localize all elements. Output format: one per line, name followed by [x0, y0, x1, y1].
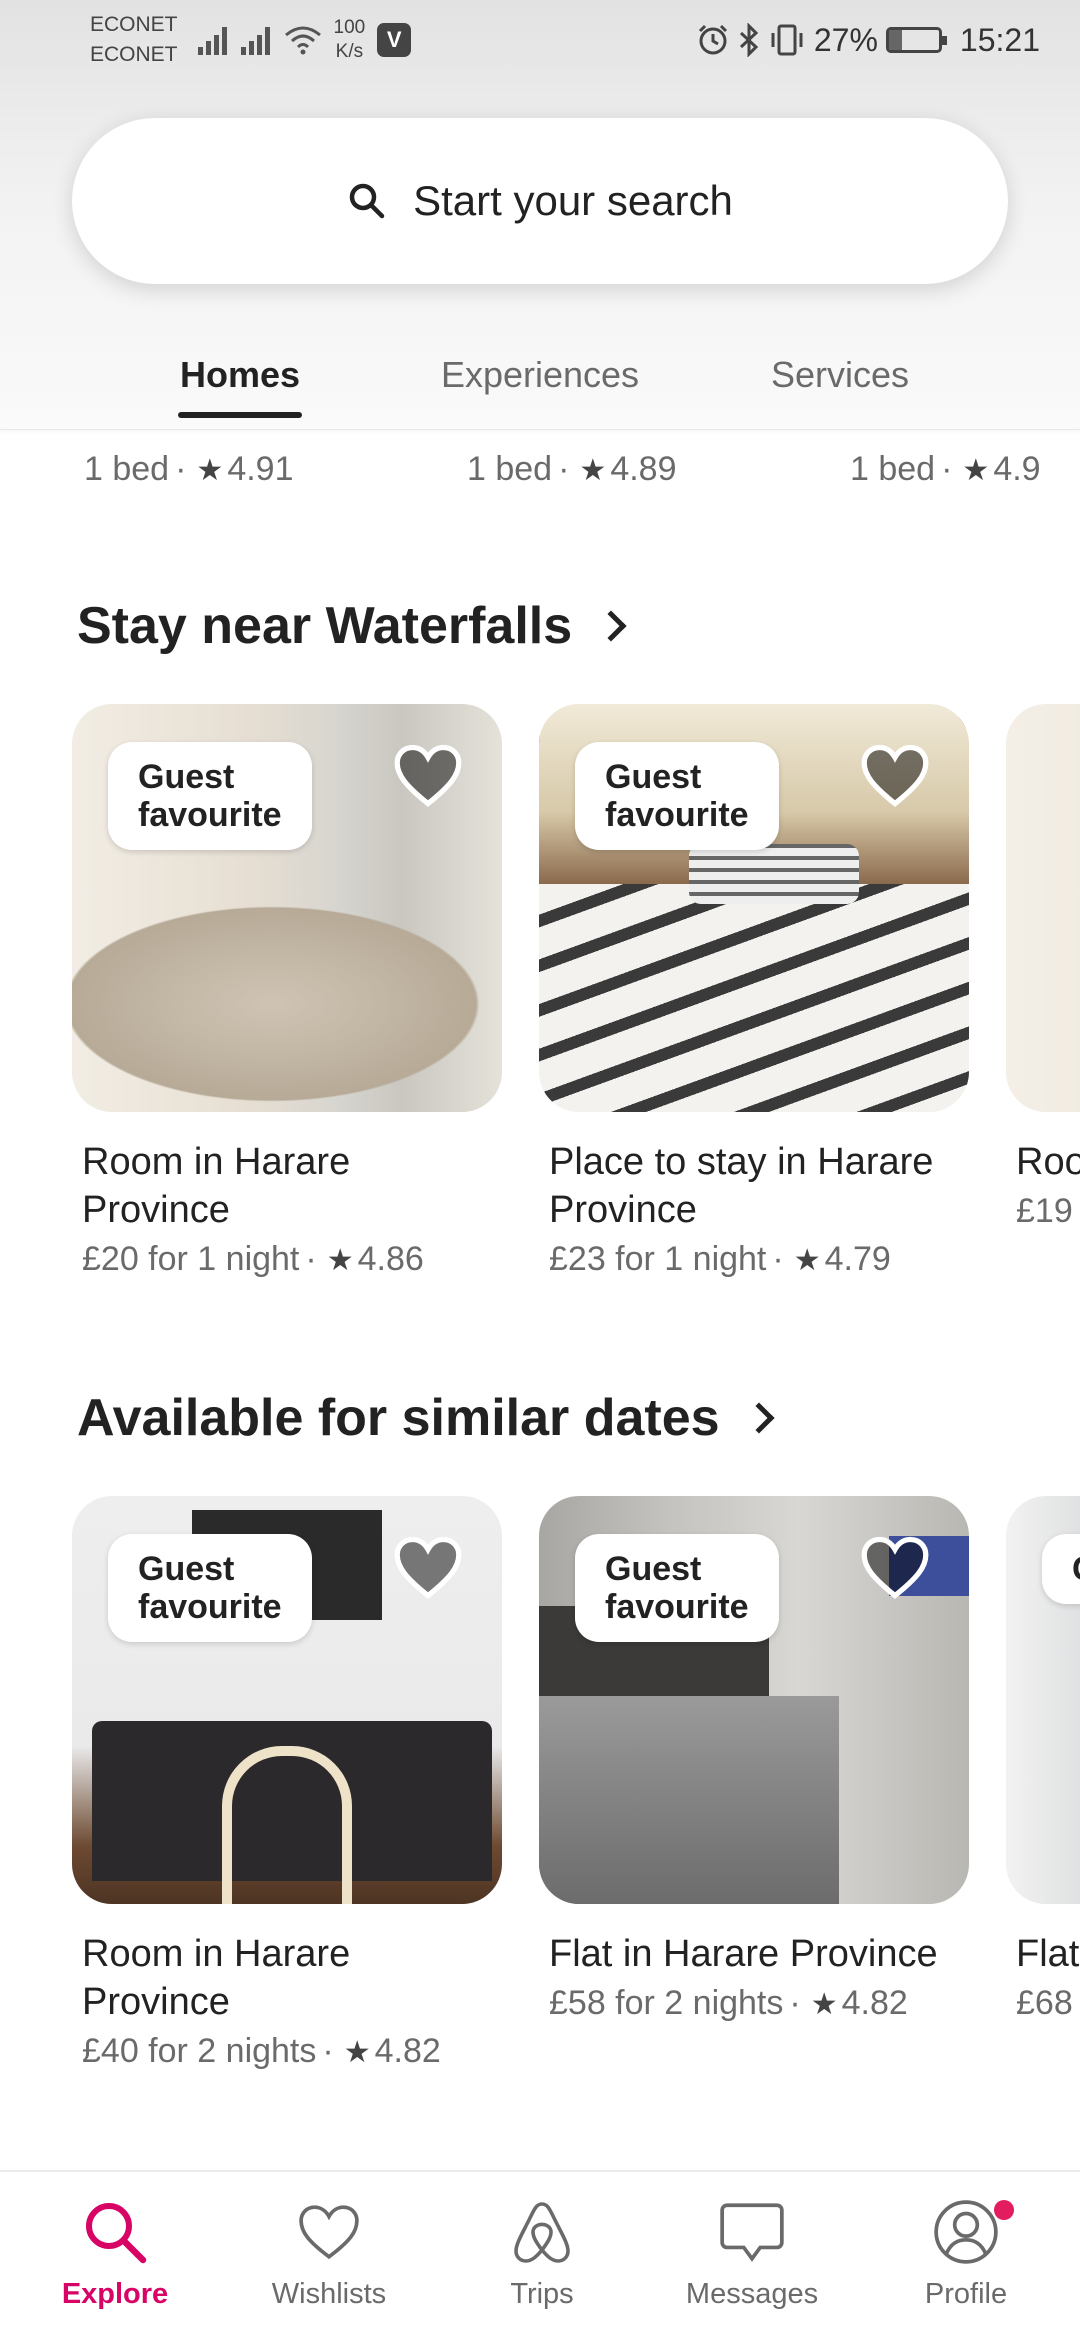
status-bar: ECONET ECONET 100 K/s V 27% 15:21 — [0, 0, 1080, 80]
search-bar[interactable]: Start your search — [72, 118, 1008, 284]
star-icon: ★ — [343, 2036, 371, 2069]
wifi-icon — [284, 26, 321, 55]
listing-price: £68 — [1016, 1984, 1073, 2022]
active-tab-indicator — [178, 412, 302, 418]
heart-icon — [299, 2205, 359, 2260]
airbnb-logo-icon — [514, 2202, 570, 2263]
battery-icon — [885, 27, 947, 53]
nav-wishlists[interactable]: Wishlists — [239, 2196, 419, 2311]
star-icon: ★ — [810, 1988, 838, 2021]
heart-icon[interactable] — [392, 742, 464, 808]
listing-price: £23 for 1 night · ★ 4.79 — [549, 1240, 891, 1278]
explore-header: ECONET ECONET 100 K/s V 27% 15:21 Start … — [0, 0, 1080, 430]
nav-trips[interactable]: Trips — [452, 2196, 632, 2311]
listing-title: Room in Harare Province — [82, 1141, 351, 1231]
nav-explore[interactable]: Explore — [25, 2196, 205, 2311]
nav-profile[interactable]: Profile — [876, 2196, 1056, 2311]
heart-icon[interactable] — [859, 742, 931, 808]
listing-title: Place to stay in Harare Province — [549, 1141, 934, 1231]
listing-card[interactable]: Guest favourite Room in Harare Province … — [72, 704, 502, 1279]
listing-photo[interactable]: Guest favourite — [539, 704, 969, 1112]
chevron-right-icon — [595, 610, 627, 642]
vibrate-icon — [771, 24, 803, 56]
guest-favourite-badge: Guest favourite — [575, 1534, 779, 1642]
section-title-similar-dates[interactable]: Available for similar dates — [77, 1388, 775, 1448]
listing-photo[interactable] — [1006, 704, 1080, 1112]
star-icon: ★ — [196, 454, 224, 487]
guest-favourite-badge: Guest favourite — [108, 742, 312, 850]
bottom-navigation: Explore Wishlists Trips Messages Profile — [0, 2170, 1080, 2340]
listing-photo[interactable]: Guest favourite — [539, 1496, 969, 1904]
guest-favourite-badge: G f — [1042, 1534, 1080, 1604]
listing-title: Flat in Harare Province — [549, 1933, 938, 1975]
search-icon — [86, 2203, 147, 2264]
listing-card[interactable]: G f Flat £68 — [1006, 1496, 1080, 2023]
listing-price: £40 for 2 nights · ★ 4.82 — [82, 2032, 441, 2070]
heart-icon[interactable] — [392, 1534, 464, 1600]
tab-homes[interactable]: Homes — [140, 354, 340, 418]
listing-card[interactable]: Roo Pro £19 — [1006, 704, 1080, 1231]
heart-icon[interactable] — [859, 1534, 931, 1600]
guest-favourite-badge: Guest favourite — [575, 742, 779, 850]
nav-messages[interactable]: Messages — [662, 2196, 842, 2311]
star-icon: ★ — [579, 454, 607, 487]
listing-photo[interactable]: Guest favourite — [72, 704, 502, 1112]
listing-title: Room in Harare Province — [82, 1933, 351, 2023]
listing-card[interactable]: Guest favourite Room in Harare Province … — [72, 1496, 502, 2071]
message-icon — [720, 2203, 784, 2262]
signal-icon — [240, 25, 270, 55]
status-right: 27% 15:21 — [696, 22, 1040, 59]
listing-photo[interactable]: Guest favourite — [72, 1496, 502, 1904]
network-speed: 100 K/s — [333, 17, 366, 62]
listing-meta: 1 bed · ★ 4.9 — [850, 450, 1041, 488]
alarm-icon — [698, 24, 727, 55]
signal-icon — [197, 25, 227, 55]
listing-card[interactable]: Guest favourite Flat in Harare Province … — [539, 1496, 969, 2023]
star-icon: ★ — [793, 1244, 821, 1277]
section-title-waterfalls[interactable]: Stay near Waterfalls — [77, 596, 627, 656]
tab-services[interactable]: Services — [730, 354, 950, 396]
search-icon — [349, 183, 385, 219]
guest-favourite-badge: Guest favourite — [108, 1534, 312, 1642]
notification-dot — [994, 2200, 1014, 2220]
listing-title: Roo Pro — [1016, 1141, 1080, 1183]
listing-meta: 1 bed · ★ 4.91 — [84, 450, 294, 488]
listing-price: £20 for 1 night · ★ 4.86 — [82, 1240, 424, 1278]
star-icon: ★ — [326, 1244, 354, 1277]
profile-icon — [934, 2200, 998, 2264]
tab-experiences[interactable]: Experiences — [420, 354, 660, 396]
vpn-icon: V — [377, 23, 412, 57]
listing-photo[interactable]: G f — [1006, 1496, 1080, 1904]
chevron-right-icon — [743, 1402, 775, 1434]
carrier-labels: ECONET ECONET — [90, 13, 178, 66]
star-icon: ★ — [962, 454, 990, 487]
listing-meta: 1 bed · ★ 4.89 — [467, 450, 677, 488]
category-tabs: Homes Experiences Services — [0, 350, 1080, 430]
listing-price: £19 — [1016, 1192, 1073, 1230]
search-placeholder: Start your search — [413, 177, 733, 224]
previous-row-meta: 1 bed · ★ 4.91 1 bed · ★ 4.89 1 bed · ★ 4.9 — [0, 450, 1080, 510]
listing-card[interactable]: Guest favourite Place to stay in Harare … — [539, 704, 969, 1279]
listing-title: Flat — [1016, 1933, 1080, 1975]
bluetooth-icon — [739, 23, 759, 57]
listing-price: £58 for 2 nights · ★ 4.82 — [549, 1984, 908, 2022]
